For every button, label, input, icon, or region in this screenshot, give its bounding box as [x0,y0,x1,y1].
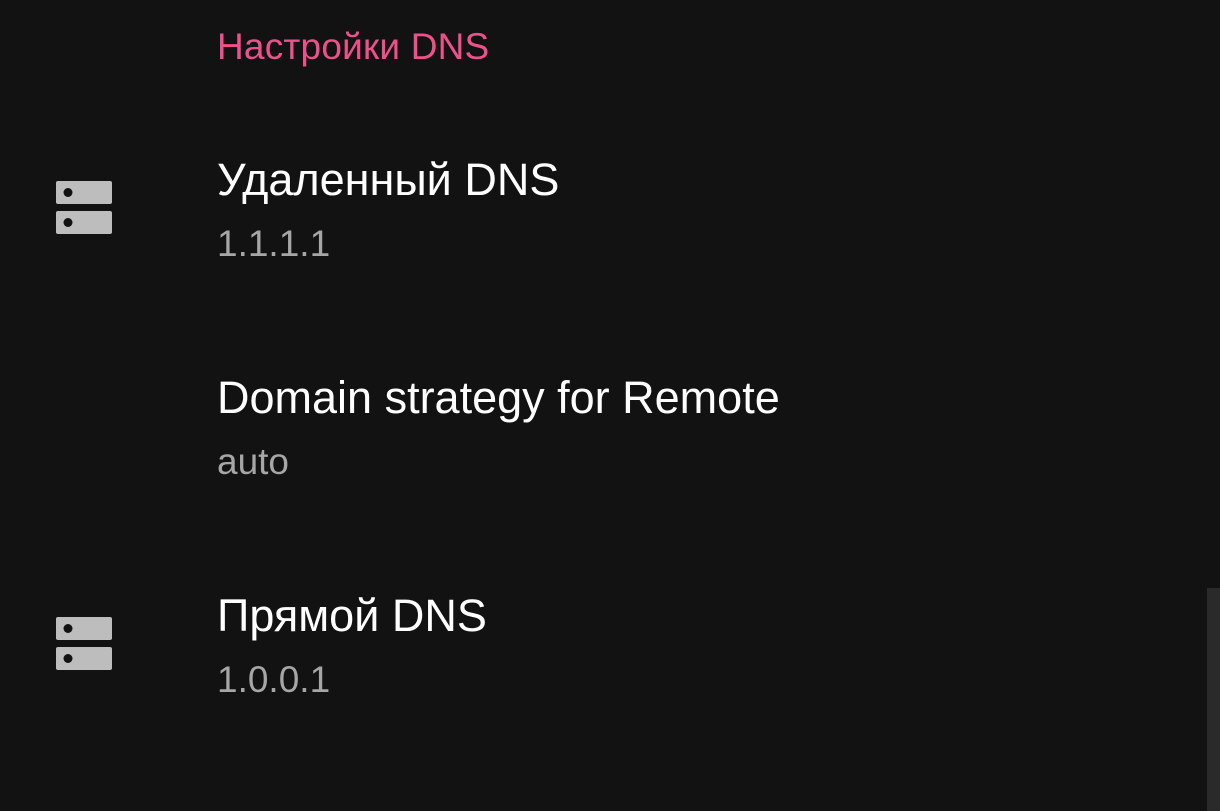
dns-server-icon [56,617,112,670]
pref-summary: 1.0.0.1 [217,659,331,700]
scrollbar[interactable] [1207,588,1220,811]
section-header-dns-settings: Настройки DNS [217,26,490,67]
pref-summary: 1.1.1.1 [217,223,331,264]
dns-server-icon [56,181,112,234]
pref-summary: auto [217,441,290,482]
pref-direct-dns[interactable]: Прямой DNS 1.0.0.1 [0,566,1206,736]
dns-settings-screen: Настройки DNS Удаленный DNS 1.1.1.1 Doma… [0,0,1220,811]
pref-title: Domain strategy for Remote [217,372,780,423]
pref-title: Удаленный DNS [217,154,560,205]
pref-domain-strategy-remote[interactable]: Domain strategy for Remote auto [0,348,1206,518]
pref-remote-dns[interactable]: Удаленный DNS 1.1.1.1 [0,130,1206,300]
pref-title: Прямой DNS [217,590,487,641]
